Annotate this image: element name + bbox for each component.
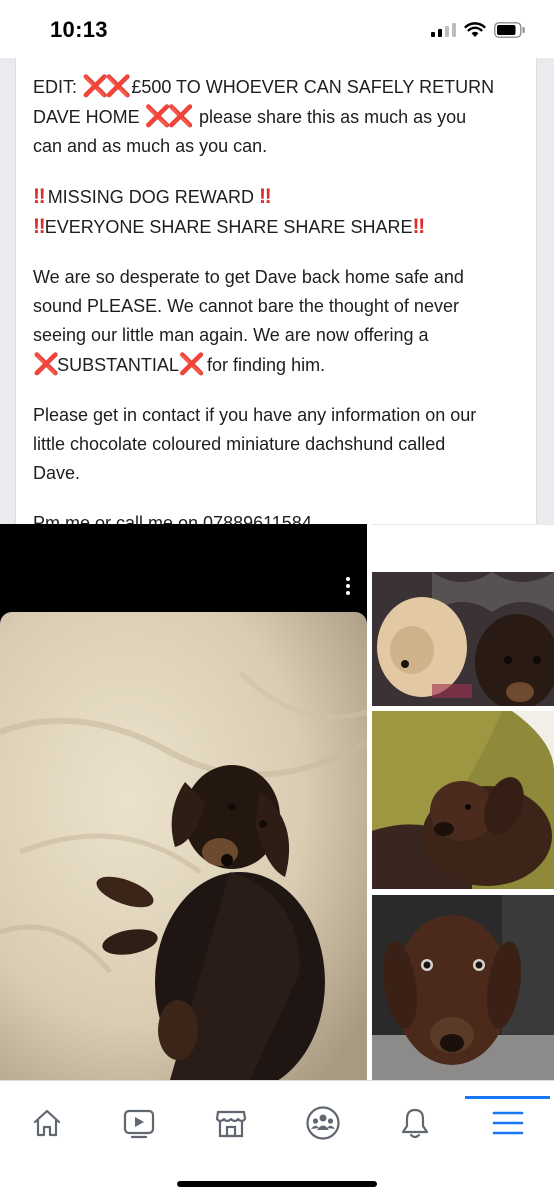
bell-icon	[401, 1108, 429, 1139]
post-paragraph-edit: EDIT: ❌❌ £500 TO WHOEVER CAN SAFELY RETUR…	[33, 72, 528, 161]
photo-preview-strip	[372, 524, 554, 564]
post-text: little chocolate coloured miniature dach…	[33, 434, 446, 454]
cross-mark-icon: ❌❌	[82, 75, 131, 98]
post-text: seeing our little man again. We are now …	[33, 325, 429, 345]
post-text: sound PLEASE. We cannot bare the thought…	[33, 296, 459, 316]
dachshund-photo	[0, 612, 367, 1080]
groups-icon	[306, 1106, 340, 1140]
status-time: 10:13	[50, 17, 108, 42]
double-exclamation-icon: ‼	[412, 215, 425, 238]
post-text: DAVE HOME	[33, 107, 145, 127]
photo-dachshund-on-pillow	[0, 612, 367, 1080]
post-text: MISSING DOG REWARD	[47, 187, 255, 207]
post-text: We are so desperate to get Dave back hom…	[33, 267, 464, 287]
home-icon	[33, 1109, 61, 1137]
nav-video[interactable]	[116, 1103, 162, 1143]
post-text: EVERYONE SHARE SHARE SHARE SHARE	[44, 217, 413, 237]
post-text: £500 TO WHOEVER CAN SAFELY RETURN	[131, 77, 495, 97]
battery-icon	[494, 22, 525, 38]
post-card: EDIT: ❌❌ £500 TO WHOEVER CAN SAFELY RETUR…	[15, 58, 537, 533]
post-text: for finding him.	[202, 355, 326, 375]
two-dogs-photo	[372, 572, 554, 706]
status-icons	[431, 20, 526, 40]
double-exclamation-icon: ‼	[33, 215, 46, 238]
video-icon	[123, 1109, 155, 1139]
double-exclamation-icon: ‼	[259, 185, 272, 208]
menu-icon	[492, 1111, 524, 1135]
nav-home[interactable]	[24, 1103, 70, 1143]
post-paragraph-desperate: We are so desperate to get Dave back hom…	[33, 263, 528, 380]
post-text: can and as much as you can.	[33, 136, 268, 156]
photo-dog-closeup[interactable]	[372, 895, 554, 1080]
post-photo-grid	[0, 524, 554, 1080]
post-text: SUBSTANTIAL	[57, 355, 179, 375]
more-options-icon[interactable]	[343, 576, 353, 596]
double-exclamation-icon: ‼	[33, 185, 46, 208]
post-text: please share this as much as you	[193, 107, 467, 127]
nav-notifications[interactable]	[392, 1103, 438, 1143]
wifi-icon	[464, 22, 486, 37]
nav-active-indicator	[465, 1096, 550, 1099]
cross-mark-icon: ❌❌	[144, 105, 194, 128]
photo-two-dogs[interactable]	[372, 572, 554, 706]
post-text: Please get in contact if you have any in…	[33, 405, 477, 425]
photo-main[interactable]	[0, 524, 367, 1080]
cross-mark-icon: ❌	[33, 353, 59, 376]
post-text: Dave.	[33, 463, 81, 483]
dog-on-cushion-photo	[372, 711, 554, 889]
dog-closeup-photo	[372, 895, 554, 1080]
marketplace-icon	[215, 1110, 247, 1138]
post-text: EDIT:	[33, 77, 83, 97]
post-paragraph-contact: Please get in contact if you have any in…	[33, 401, 528, 488]
status-bar: 10:13	[0, 0, 554, 58]
post-paragraph-reward: ‼ MISSING DOG REWARD ‼ ‼EVERYONE SHARE SH…	[33, 182, 528, 242]
cellular-signal-icon	[431, 23, 456, 37]
post-body: EDIT: ❌❌ £500 TO WHOEVER CAN SAFELY RETUR…	[33, 72, 528, 559]
home-indicator[interactable]	[177, 1181, 377, 1187]
nav-groups[interactable]	[300, 1103, 346, 1143]
photo-dog-on-cushion[interactable]	[372, 711, 554, 889]
cross-mark-icon: ❌	[178, 353, 205, 376]
nav-menu[interactable]	[485, 1103, 531, 1143]
nav-marketplace[interactable]	[208, 1103, 254, 1143]
